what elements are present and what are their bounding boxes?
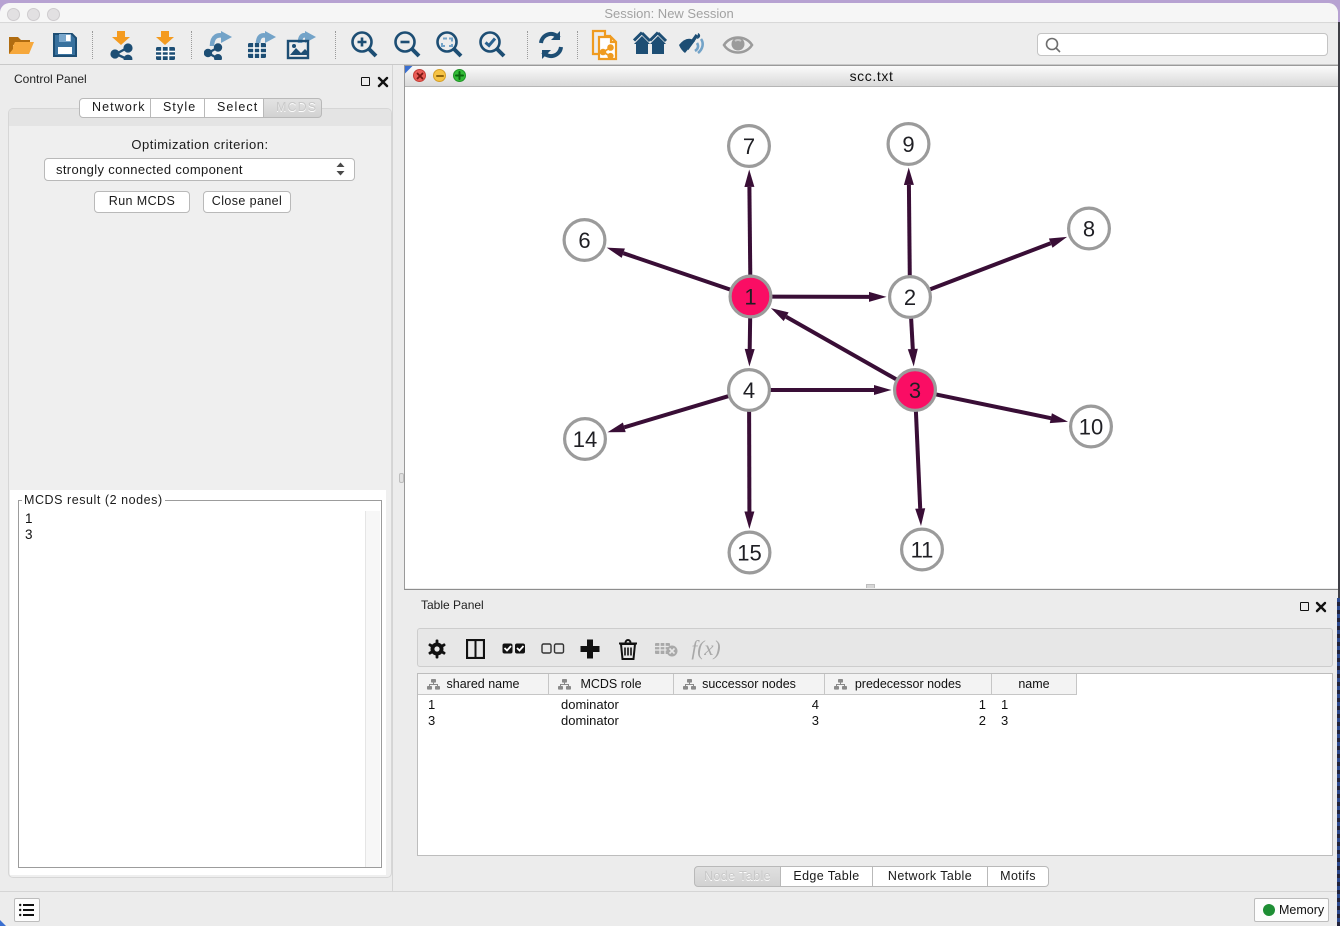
- svg-text:6: 6: [578, 228, 590, 253]
- svg-text:4: 4: [743, 378, 755, 403]
- svg-text:14: 14: [573, 427, 597, 452]
- svg-text:1: 1: [744, 284, 756, 309]
- svg-text:9: 9: [902, 132, 914, 157]
- svg-text:2: 2: [904, 285, 916, 310]
- svg-text:3: 3: [909, 378, 921, 403]
- svg-text:15: 15: [737, 540, 761, 565]
- svg-text:10: 10: [1079, 414, 1103, 439]
- svg-text:7: 7: [743, 134, 755, 159]
- svg-text:8: 8: [1083, 216, 1095, 241]
- svg-text:11: 11: [911, 537, 934, 562]
